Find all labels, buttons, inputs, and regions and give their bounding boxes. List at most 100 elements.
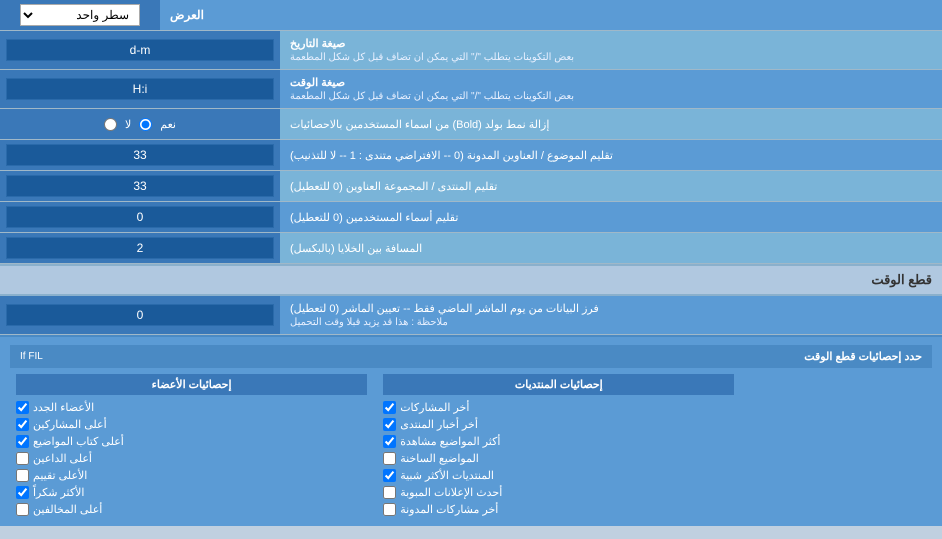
stats-apply-label: حدد إحصائيات قطع الوقت bbox=[63, 350, 922, 363]
right-stats-label: If FIL bbox=[20, 351, 43, 362]
cutoff-input-wrapper[interactable] bbox=[0, 296, 280, 334]
cell-spacing-label: المسافة بين الخلايا (بالبكسل) bbox=[280, 233, 942, 263]
forum-stat-label-3: أكثر المواضيع مشاهدة bbox=[400, 435, 500, 448]
member-stat-label-6: الأكثر شكراً bbox=[33, 486, 84, 499]
bold-remove-options: نعم لا bbox=[0, 109, 280, 139]
forum-title-input-wrapper[interactable] bbox=[0, 171, 280, 201]
forum-stat-label-7: أخر مشاركات المدونة bbox=[400, 503, 498, 516]
username-limit-row: تقليم أسماء المستخدمين (0 للتعطيل) bbox=[0, 202, 942, 233]
time-format-title: صيغة الوقت bbox=[290, 76, 345, 89]
stats-forum-item-5: المنتديات الأكثر شبية bbox=[383, 467, 734, 484]
username-limit-input[interactable] bbox=[6, 206, 274, 228]
time-format-sublabel: بعض التكوينات يتطلب "/" التي يمكن ان تضا… bbox=[290, 91, 574, 102]
username-limit-input-wrapper[interactable] bbox=[0, 202, 280, 232]
bold-yes-radio[interactable] bbox=[139, 118, 152, 131]
member-stat-check-2[interactable] bbox=[16, 418, 29, 431]
stats-forum-item-4: المواضيع الساخنة bbox=[383, 450, 734, 467]
date-format-title: صيغة التاريخ bbox=[290, 37, 345, 50]
username-limit-label: تقليم أسماء المستخدمين (0 للتعطيل) bbox=[280, 202, 942, 232]
member-stat-label-2: أعلى المشاركين bbox=[33, 418, 107, 431]
member-stat-label-1: الأعضاء الجدد bbox=[33, 401, 94, 414]
member-stat-check-4[interactable] bbox=[16, 452, 29, 465]
forum-stat-check-3[interactable] bbox=[383, 435, 396, 448]
forum-title-label: تقليم المنتدى / المجموعة العناوين (0 للت… bbox=[280, 171, 942, 201]
stats-member-item-7: أعلى المخالفين bbox=[16, 501, 367, 518]
stats-right-col bbox=[744, 374, 932, 518]
date-format-row: صيغة التاريخ بعض التكوينات يتطلب "/" الت… bbox=[0, 31, 942, 70]
time-format-input-wrapper[interactable] bbox=[0, 70, 280, 108]
stats-forum-item-7: أخر مشاركات المدونة bbox=[383, 501, 734, 518]
stats-member-item-4: أعلى الداعين bbox=[16, 450, 367, 467]
forum-stat-label-2: أخر أخبار المنتدى bbox=[400, 418, 478, 431]
forum-stat-label-6: أحدث الإعلانات المبوبة bbox=[400, 486, 502, 499]
cell-spacing-input[interactable] bbox=[6, 237, 274, 259]
stats-member-col: إحصائيات الأعضاء الأعضاء الجدد أعلى المش… bbox=[10, 374, 373, 518]
cutoff-main-label: فرز البيانات من يوم الماشر الماضي فقط --… bbox=[290, 302, 599, 315]
date-format-sublabel: بعض التكوينات يتطلب "/" التي يمكن ان تضا… bbox=[290, 52, 574, 63]
cell-spacing-row: المسافة بين الخلايا (بالبكسل) bbox=[0, 233, 942, 264]
member-stat-label-7: أعلى المخالفين bbox=[33, 503, 102, 516]
member-stat-check-3[interactable] bbox=[16, 435, 29, 448]
bold-yes-label: نعم bbox=[160, 118, 176, 131]
time-format-row: صيغة الوقت بعض التكوينات يتطلب "/" التي … bbox=[0, 70, 942, 109]
topic-title-label: تقليم الموضوع / العناوين المدونة (0 -- ا… bbox=[280, 140, 942, 170]
bold-remove-label: إزالة نمط بولد (Bold) من اسماء المستخدمي… bbox=[280, 109, 942, 139]
stats-forum-item-6: أحدث الإعلانات المبوبة bbox=[383, 484, 734, 501]
stats-forum-col: إحصائيات المنتديات أخر المشاركات أخر أخب… bbox=[377, 374, 740, 518]
forum-stat-check-4[interactable] bbox=[383, 452, 396, 465]
display-select-wrapper[interactable]: سطر واحد سطران ثلاثة أسطر bbox=[0, 0, 160, 30]
forum-stat-check-1[interactable] bbox=[383, 401, 396, 414]
member-stat-label-5: الأعلى تقييم bbox=[33, 469, 87, 482]
forum-stat-check-5[interactable] bbox=[383, 469, 396, 482]
forum-stat-label-4: المواضيع الساخنة bbox=[400, 452, 479, 465]
cutoff-input[interactable] bbox=[6, 304, 274, 326]
member-stat-check-5[interactable] bbox=[16, 469, 29, 482]
stats-forum-item-2: أخر أخبار المنتدى bbox=[383, 416, 734, 433]
member-stat-label-3: أعلى كتاب المواضيع bbox=[33, 435, 124, 448]
time-format-input[interactable] bbox=[6, 78, 274, 100]
stats-columns-container: إحصائيات المنتديات أخر المشاركات أخر أخب… bbox=[10, 374, 932, 518]
cutoff-row: فرز البيانات من يوم الماشر الماضي فقط --… bbox=[0, 296, 942, 335]
stats-member-col-title: إحصائيات الأعضاء bbox=[16, 374, 367, 395]
forum-title-input[interactable] bbox=[6, 175, 274, 197]
member-stat-check-7[interactable] bbox=[16, 503, 29, 516]
topic-title-input-wrapper[interactable] bbox=[0, 140, 280, 170]
forum-stat-label-1: أخر المشاركات bbox=[400, 401, 469, 414]
stats-forum-item-3: أكثر المواضيع مشاهدة bbox=[383, 433, 734, 450]
date-format-input[interactable] bbox=[6, 39, 274, 61]
bold-remove-row: إزالة نمط بولد (Bold) من اسماء المستخدمي… bbox=[0, 109, 942, 140]
top-section: العرض سطر واحد سطران ثلاثة أسطر bbox=[0, 0, 942, 31]
member-stat-label-4: أعلى الداعين bbox=[33, 452, 92, 465]
bold-no-label: لا bbox=[125, 118, 131, 131]
cutoff-section-header: قطع الوقت bbox=[0, 264, 942, 296]
stats-forum-item-1: أخر المشاركات bbox=[383, 399, 734, 416]
date-format-input-wrapper[interactable] bbox=[0, 31, 280, 69]
forum-stat-check-6[interactable] bbox=[383, 486, 396, 499]
member-stat-check-6[interactable] bbox=[16, 486, 29, 499]
forum-stat-check-2[interactable] bbox=[383, 418, 396, 431]
stats-section: حدد إحصائيات قطع الوقت If FIL إحصائيات ا… bbox=[0, 335, 942, 526]
stats-header-bar: حدد إحصائيات قطع الوقت If FIL bbox=[10, 345, 932, 368]
topic-title-input[interactable] bbox=[6, 144, 274, 166]
bold-no-radio[interactable] bbox=[104, 118, 117, 131]
stats-member-item-5: الأعلى تقييم bbox=[16, 467, 367, 484]
stats-member-item-1: الأعضاء الجدد bbox=[16, 399, 367, 416]
stats-member-item-2: أعلى المشاركين bbox=[16, 416, 367, 433]
member-stat-check-1[interactable] bbox=[16, 401, 29, 414]
cutoff-label: فرز البيانات من يوم الماشر الماضي فقط --… bbox=[280, 296, 942, 334]
cell-spacing-input-wrapper[interactable] bbox=[0, 233, 280, 263]
bold-radio-group: نعم لا bbox=[104, 116, 176, 133]
forum-stat-check-7[interactable] bbox=[383, 503, 396, 516]
display-select[interactable]: سطر واحد سطران ثلاثة أسطر bbox=[20, 4, 140, 26]
forum-stat-label-5: المنتديات الأكثر شبية bbox=[400, 469, 494, 482]
stats-forum-col-title: إحصائيات المنتديات bbox=[383, 374, 734, 395]
date-format-label: صيغة التاريخ بعض التكوينات يتطلب "/" الت… bbox=[280, 31, 942, 69]
stats-member-item-6: الأكثر شكراً bbox=[16, 484, 367, 501]
forum-title-row: تقليم المنتدى / المجموعة العناوين (0 للت… bbox=[0, 171, 942, 202]
stats-member-item-3: أعلى كتاب المواضيع bbox=[16, 433, 367, 450]
time-format-label: صيغة الوقت بعض التكوينات يتطلب "/" التي … bbox=[280, 70, 942, 108]
cutoff-title: قطع الوقت bbox=[871, 272, 932, 287]
page-title: العرض bbox=[160, 0, 942, 30]
topic-title-row: تقليم الموضوع / العناوين المدونة (0 -- ا… bbox=[0, 140, 942, 171]
cutoff-sublabel: ملاحظة : هذا قد يزيد قبلا وقت التحميل bbox=[290, 317, 448, 328]
